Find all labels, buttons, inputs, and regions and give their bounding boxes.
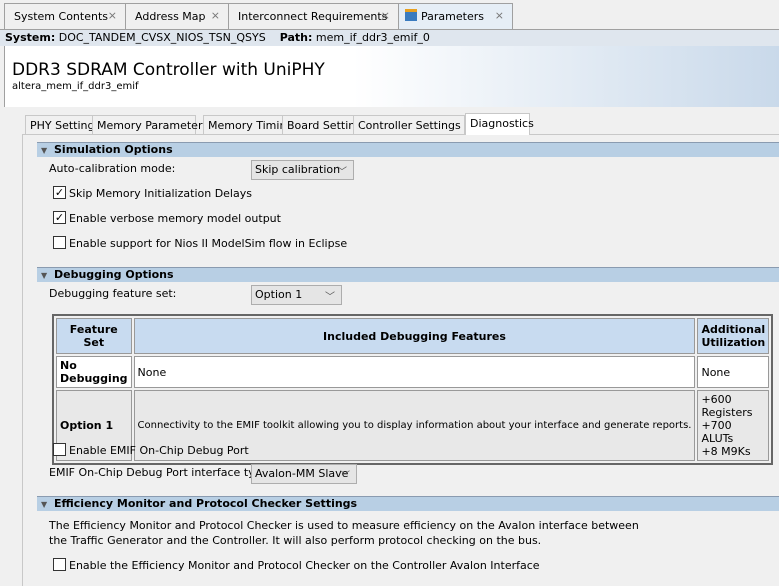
component-name: altera_mem_if_ddr3_emif	[12, 81, 139, 92]
utilization-line: +600 Registers	[701, 393, 753, 419]
system-value: DOC_TANDEM_CVSX_NIOS_TSN_QSYS	[58, 31, 266, 44]
table-cell: +600 Registers +700 ALUTs +8 M9Ks	[697, 390, 770, 461]
auto-calibration-select[interactable]: Skip calibration ﹀	[251, 160, 354, 180]
table-cell: None	[133, 356, 696, 388]
path-label: Path:	[279, 31, 313, 44]
efficiency-monitor-checkbox[interactable]	[53, 558, 66, 571]
tab-address-map[interactable]: Address Map ⨯	[125, 3, 229, 30]
select-value: Option 1	[255, 288, 303, 301]
checkbox-label: Enable support for Nios II ModelSim flow…	[69, 237, 348, 250]
close-icon[interactable]: ⨯	[211, 9, 220, 22]
tab-label: Interconnect Requirements	[238, 10, 388, 23]
select-value: Avalon-MM Slave	[255, 467, 349, 480]
tab-diagnostics[interactable]: Diagnostics	[465, 113, 534, 135]
tab-label: System Contents	[14, 10, 108, 23]
checkbox-label: Skip Memory Initialization Delays	[69, 187, 252, 200]
verbose-output-checkbox[interactable]: ✓	[53, 211, 66, 224]
tab-system-contents[interactable]: System Contents ⨯	[4, 3, 126, 30]
tab-interconnect-requirements[interactable]: Interconnect Requirements ⨯	[228, 3, 399, 30]
column-header: Additional Utilization	[697, 318, 770, 354]
column-header: Included Debugging Features	[133, 318, 696, 354]
tab-controller-settings[interactable]: Controller Settings	[353, 115, 465, 135]
chevron-down-icon: ﹀	[340, 471, 350, 482]
tab-label: Parameters	[421, 10, 484, 23]
collapse-triangle-icon[interactable]: ▼	[41, 498, 47, 511]
interface-type-select[interactable]: Avalon-MM Slave ﹀	[251, 464, 357, 484]
section-simulation-options[interactable]: ▼ Simulation Options	[37, 142, 779, 157]
select-value: Skip calibration	[255, 163, 341, 176]
page-title: DDR3 SDRAM Controller with UniPHY	[12, 60, 325, 80]
tab-memory-parameters[interactable]: Memory Parameters	[92, 115, 208, 135]
table-cell: None	[697, 356, 770, 388]
section-debugging-options[interactable]: ▼ Debugging Options	[37, 267, 779, 282]
path-bar: System: DOC_TANDEM_CVSX_NIOS_TSN_QSYS Pa…	[0, 29, 779, 46]
parameters-icon	[405, 9, 417, 21]
section-title: Simulation Options	[54, 143, 173, 156]
utilization-line: +700 ALUTs	[701, 419, 734, 445]
chevron-down-icon: ﹀	[337, 167, 347, 178]
table-row: No Debugging None None	[56, 356, 770, 388]
debug-feature-label: Debugging feature set:	[49, 287, 177, 300]
debug-feature-select[interactable]: Option 1 ﹀	[251, 285, 342, 305]
debug-port-checkbox[interactable]	[53, 443, 66, 456]
table-header-row: Feature Set Included Debugging Features …	[56, 318, 770, 354]
section-efficiency-monitor[interactable]: ▼ Efficiency Monitor and Protocol Checker…	[37, 496, 779, 511]
tab-parameters[interactable]: Parameters ⨯	[398, 3, 513, 30]
debug-features-table: Feature Set Included Debugging Features …	[52, 314, 774, 465]
checkbox-label: Enable EMIF On-Chip Debug Port	[69, 444, 249, 457]
table-cell: No Debugging	[56, 356, 132, 388]
skip-init-delays-checkbox[interactable]: ✓	[53, 186, 66, 199]
tab-phy-settings[interactable]: PHY Settings	[25, 115, 100, 135]
nios-modelsim-checkbox[interactable]	[53, 236, 66, 249]
section-title: Efficiency Monitor and Protocol Checker …	[54, 497, 358, 510]
collapse-triangle-icon[interactable]: ▼	[41, 144, 47, 157]
close-icon[interactable]: ⨯	[108, 9, 117, 22]
component-header: DDR3 SDRAM Controller with UniPHY altera…	[4, 46, 779, 107]
path-value: mem_if_ddr3_emif_0	[315, 31, 430, 44]
column-header: Feature Set	[56, 318, 132, 354]
checkbox-label: Enable verbose memory model output	[69, 212, 281, 225]
tab-label: Address Map	[135, 10, 206, 23]
close-icon[interactable]: ⨯	[381, 9, 390, 22]
close-icon[interactable]: ⨯	[495, 9, 504, 22]
auto-calibration-label: Auto-calibration mode:	[49, 162, 176, 175]
efficiency-description: The Efficiency Monitor and Protocol Chec…	[49, 519, 639, 532]
chevron-down-icon: ﹀	[325, 292, 335, 303]
tab-memory-timing[interactable]: Memory Timing	[203, 115, 293, 135]
checkbox-label: Enable the Efficiency Monitor and Protoc…	[69, 559, 540, 572]
tab-board-settings[interactable]: Board Settings	[282, 115, 368, 135]
system-label: System:	[5, 31, 56, 44]
utilization-line: +8 M9Ks	[701, 445, 751, 458]
efficiency-description: the Traffic Generator and the Controller…	[49, 534, 542, 547]
section-title: Debugging Options	[54, 268, 174, 281]
interface-type-label: EMIF On-Chip Debug Port interface type:	[49, 466, 273, 479]
collapse-triangle-icon[interactable]: ▼	[41, 269, 47, 282]
